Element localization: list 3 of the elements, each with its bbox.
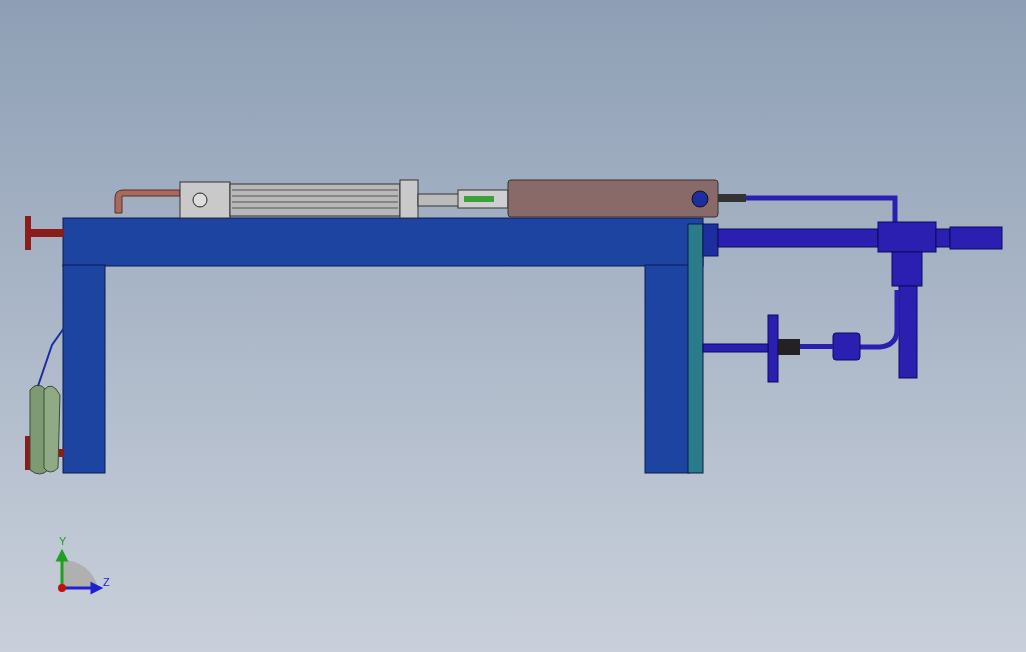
y-axis-label: Y (59, 535, 67, 547)
axis-triad-drawing (56, 548, 104, 594)
z-axis-label: Z (103, 576, 110, 588)
